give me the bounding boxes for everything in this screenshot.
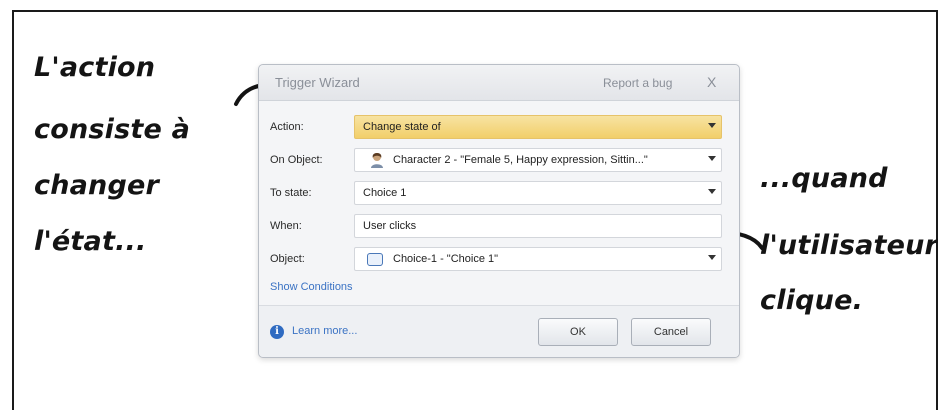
annotation-right-line-2: l'utilisateur (760, 230, 938, 261)
to-state-dropdown[interactable]: Choice 1 (354, 181, 722, 205)
info-icon: i (270, 325, 284, 339)
dialog-title: Trigger Wizard (275, 75, 360, 90)
when-dropdown[interactable]: User clicks (354, 214, 722, 238)
annotation-left-line-1: L'action (34, 52, 156, 83)
chevron-down-icon[interactable] (708, 189, 716, 194)
trigger-wizard-dialog: Trigger Wizard Report a bug X Action: Ch… (258, 64, 740, 358)
on-object-value: Character 2 - "Female 5, Happy expressio… (393, 154, 648, 166)
object-value: Choice-1 - "Choice 1" (393, 253, 499, 265)
annotation-left-line-3: changer (34, 170, 160, 201)
to-state-value: Choice 1 (363, 187, 407, 199)
chevron-down-icon[interactable] (708, 123, 716, 128)
chevron-down-icon[interactable] (708, 156, 716, 161)
annotation-left-line-2: consiste à (34, 114, 191, 145)
show-conditions-link[interactable]: Show Conditions (270, 281, 353, 293)
to-state-label: To state: (270, 187, 312, 199)
dialog-footer: i Learn more... OK Cancel (259, 305, 739, 357)
annotation-right-line-1: ...quand (760, 163, 888, 194)
choice-box-icon (367, 253, 383, 266)
learn-more-link[interactable]: Learn more... (292, 325, 357, 337)
cancel-button[interactable]: Cancel (631, 318, 711, 346)
when-label: When: (270, 220, 302, 232)
close-icon[interactable]: X (707, 74, 716, 90)
annotation-right-line-3: clique. (760, 285, 864, 316)
annotation-left-line-4: l'état... (34, 226, 147, 257)
dialog-titlebar: Trigger Wizard Report a bug X (259, 65, 739, 101)
on-object-dropdown[interactable]: Character 2 - "Female 5, Happy expressio… (354, 148, 722, 172)
ok-button[interactable]: OK (538, 318, 618, 346)
action-value: Change state of (363, 121, 441, 133)
on-object-label: On Object: (270, 154, 323, 166)
action-dropdown[interactable]: Change state of (354, 115, 722, 139)
character-avatar-icon (371, 153, 383, 168)
report-bug-link[interactable]: Report a bug (603, 76, 672, 90)
chevron-down-icon[interactable] (708, 255, 716, 260)
object-dropdown[interactable]: Choice-1 - "Choice 1" (354, 247, 722, 271)
when-value: User clicks (363, 220, 417, 232)
action-label: Action: (270, 121, 304, 133)
object-label: Object: (270, 253, 305, 265)
